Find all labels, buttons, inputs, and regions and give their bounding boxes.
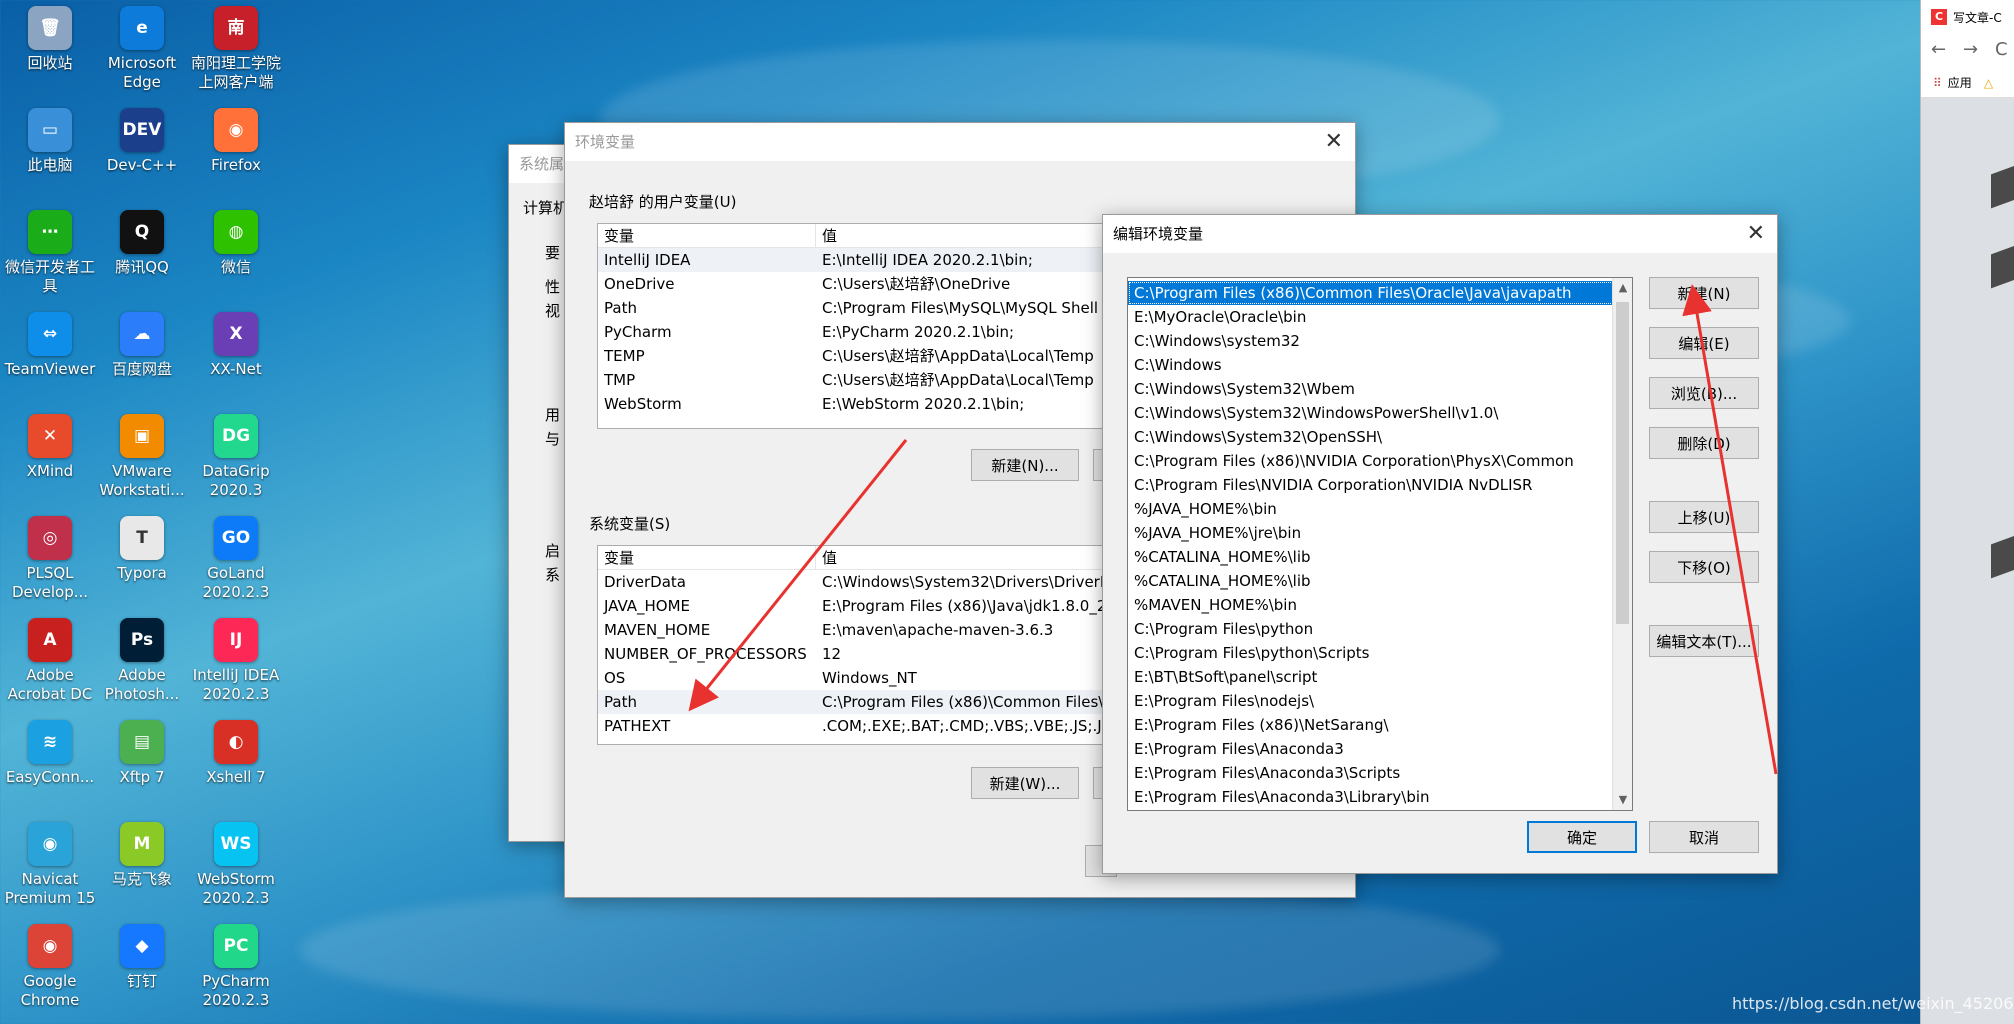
page-graphic <box>1991 165 2014 209</box>
page-graphic <box>1991 245 2014 289</box>
tab-title: 写文章-C <box>1953 10 2002 25</box>
watermark: https://blog.csdn.net/weixin_45206218 <box>1732 994 2014 1013</box>
browser-toolbar: ← → C <box>1921 34 2014 68</box>
arrow-to-path-row <box>688 439 908 712</box>
csdn-icon: C <box>1931 9 1947 25</box>
apps-grid-icon[interactable]: ⠿ <box>1933 76 1942 90</box>
reload-icon[interactable]: C <box>1995 39 2008 60</box>
back-icon[interactable]: ← <box>1931 39 1946 60</box>
arrow-to-new-button <box>1682 284 1778 775</box>
forward-icon[interactable]: → <box>1963 39 1978 60</box>
bookmark-icon[interactable]: △ <box>1984 76 1993 90</box>
annotation-arrows <box>688 284 1778 775</box>
browser-tab[interactable]: C 写文章-C <box>1921 0 2014 34</box>
apps-label[interactable]: 应用 <box>1948 74 1972 91</box>
page-graphic <box>1991 535 2014 579</box>
browser-window[interactable]: C 写文章-C ← → C ⠿ 应用 △ <box>1920 0 2014 1024</box>
bookmarks-bar: ⠿ 应用 △ <box>1921 68 2014 98</box>
